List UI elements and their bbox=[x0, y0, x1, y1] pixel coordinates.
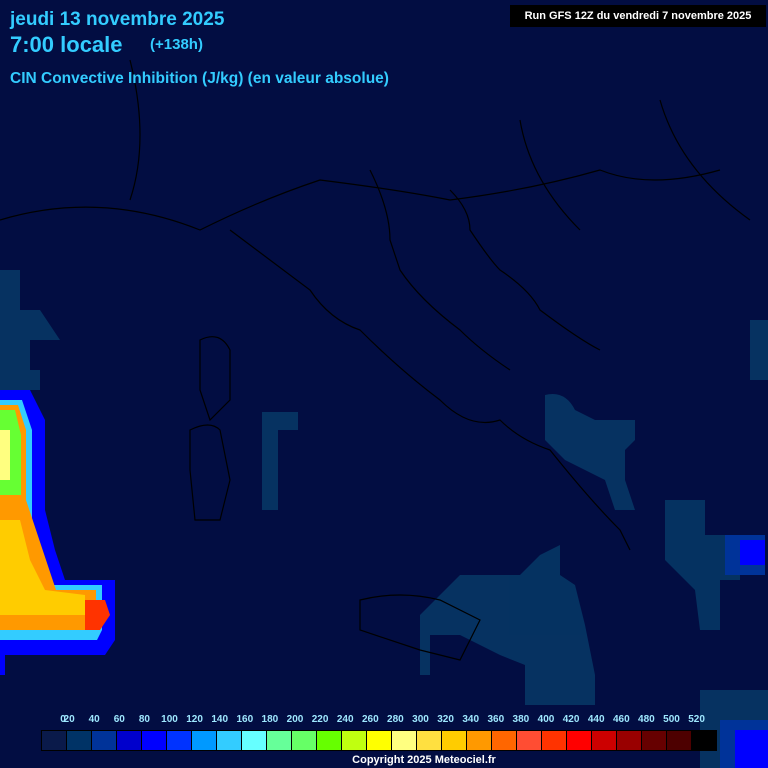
legend-swatch bbox=[92, 731, 117, 750]
legend-label: 120 bbox=[186, 714, 203, 725]
legend-label: 400 bbox=[537, 714, 555, 725]
model-run-info: Run GFS 12Z du vendredi 7 novembre 2025 bbox=[510, 5, 766, 27]
legend-label: 80 bbox=[138, 714, 150, 725]
legend-label: 500 bbox=[663, 714, 680, 725]
forecast-lead-time: (+138h) bbox=[150, 36, 203, 53]
legend-label: 320 bbox=[437, 714, 454, 725]
parameter-title: CIN Convective Inhibition (J/kg) (en val… bbox=[10, 70, 389, 87]
legend-swatch bbox=[617, 731, 642, 750]
legend-labels: 0 20 40 60 80 100 120 140 160 180 200 220 240 260 280 3… bbox=[41, 714, 741, 726]
legend-swatch bbox=[167, 731, 192, 750]
legend-swatch bbox=[342, 731, 367, 750]
legend-swatch bbox=[392, 731, 417, 750]
legend-label: 20 bbox=[63, 714, 75, 725]
legend-swatch bbox=[417, 731, 442, 750]
legend-swatch bbox=[467, 731, 492, 750]
legend-swatch bbox=[42, 731, 67, 750]
legend-swatch bbox=[567, 731, 592, 750]
legend-label: 300 bbox=[412, 714, 429, 725]
legend-label: 360 bbox=[487, 714, 505, 725]
cin-map bbox=[0, 0, 768, 768]
legend-label: 260 bbox=[361, 714, 379, 725]
legend-label: 40 bbox=[88, 714, 100, 725]
legend-label: 480 bbox=[638, 714, 655, 725]
legend-label: 420 bbox=[562, 714, 580, 725]
legend-label: 160 bbox=[236, 714, 254, 725]
legend-swatch bbox=[292, 731, 317, 750]
legend-label: 280 bbox=[387, 714, 404, 725]
legend-label: 60 bbox=[113, 714, 125, 725]
legend-label: 180 bbox=[261, 714, 279, 725]
legend-swatch bbox=[142, 731, 167, 750]
legend-label: 380 bbox=[512, 714, 530, 725]
legend-label: 520 bbox=[688, 714, 705, 725]
legend-label: 140 bbox=[211, 714, 229, 725]
legend-swatch bbox=[192, 731, 217, 750]
legend-label: 460 bbox=[612, 714, 630, 725]
legend-swatch bbox=[667, 731, 692, 750]
legend-swatch bbox=[242, 731, 267, 750]
legend-label: 240 bbox=[336, 714, 354, 725]
legend-swatch bbox=[442, 731, 467, 750]
forecast-date: jeudi 13 novembre 2025 bbox=[10, 9, 225, 30]
legend-swatch bbox=[367, 731, 392, 750]
legend-swatch bbox=[492, 731, 517, 750]
legend-color-bar bbox=[41, 730, 717, 751]
legend-swatch bbox=[692, 731, 716, 750]
legend-swatch bbox=[217, 731, 242, 750]
legend-label: 340 bbox=[462, 714, 480, 725]
legend-label: 100 bbox=[161, 714, 178, 725]
legend-swatch bbox=[542, 731, 567, 750]
legend-swatch bbox=[67, 731, 92, 750]
legend-swatch bbox=[642, 731, 667, 750]
legend-swatch bbox=[517, 731, 542, 750]
legend-label: 220 bbox=[311, 714, 329, 725]
legend-swatch bbox=[117, 731, 142, 750]
copyright: Copyright 2025 Meteociel.fr bbox=[352, 754, 496, 766]
forecast-local-time: 7:00 locale bbox=[10, 32, 123, 57]
legend-label: 440 bbox=[587, 714, 605, 725]
legend-label: 200 bbox=[286, 714, 304, 725]
legend-swatch bbox=[592, 731, 617, 750]
legend-swatch bbox=[317, 731, 342, 750]
legend-swatch bbox=[267, 731, 292, 750]
